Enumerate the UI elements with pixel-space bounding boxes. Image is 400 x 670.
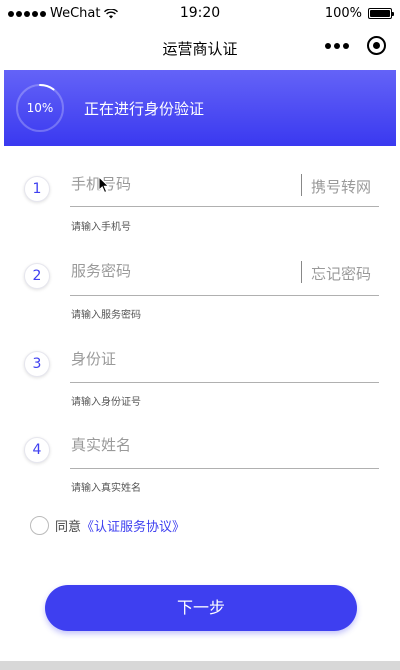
form-row-service-password: 2 忘记密码 请输入服务密码 [0,248,400,328]
real-name-input[interactable] [71,436,291,454]
step-number: 3 [24,351,50,377]
form-row-real-name: 4 请输入真实姓名 [0,422,400,502]
number-transfer-link[interactable]: 携号转网 [311,176,371,197]
field-divider [301,261,302,283]
field-hint: 请输入真实姓名 [71,483,141,494]
mouse-cursor-icon [98,176,110,194]
forgot-password-link[interactable]: 忘记密码 [311,263,371,284]
id-card-input[interactable] [71,350,291,368]
verification-banner: 10% 正在进行身份验证 [4,70,396,146]
more-icon[interactable] [325,42,349,49]
field-underline [70,295,379,296]
field-hint: 请输入身份证号 [71,397,141,408]
form-row-phone: 1 携号转网 请输入手机号 [0,160,400,240]
field-underline [70,382,379,383]
nav-bar: 运营商认证 [0,28,400,68]
banner-title: 正在进行身份验证 [84,100,205,118]
bottom-bar [0,661,400,670]
field-hint: 请输入服务密码 [71,310,141,321]
service-password-input[interactable] [71,262,291,280]
agreement: 同意 《认证服务协议》 [30,516,185,535]
service-agreement-link[interactable]: 《认证服务协议》 [81,516,185,535]
field-divider [301,174,302,196]
agree-prefix: 同意 [55,520,82,535]
battery-percent: 100% [324,6,362,21]
status-right: 100% [324,6,394,21]
field-underline [70,468,379,469]
step-number: 4 [24,437,50,463]
close-miniprogram-icon[interactable] [367,36,386,55]
progress-label: 10% [26,101,54,115]
nav-capsule [325,36,386,55]
status-bar: WeChat 19:20 100% [0,0,400,28]
agree-checkbox[interactable] [30,516,49,535]
step-number: 1 [24,176,50,202]
field-hint: 请输入手机号 [71,222,131,233]
form-row-id-card: 3 请输入身份证号 [0,336,400,416]
field-underline [70,206,379,207]
battery-icon [368,8,394,19]
step-number: 2 [24,263,50,289]
next-step-button[interactable]: 下一步 [45,585,357,631]
